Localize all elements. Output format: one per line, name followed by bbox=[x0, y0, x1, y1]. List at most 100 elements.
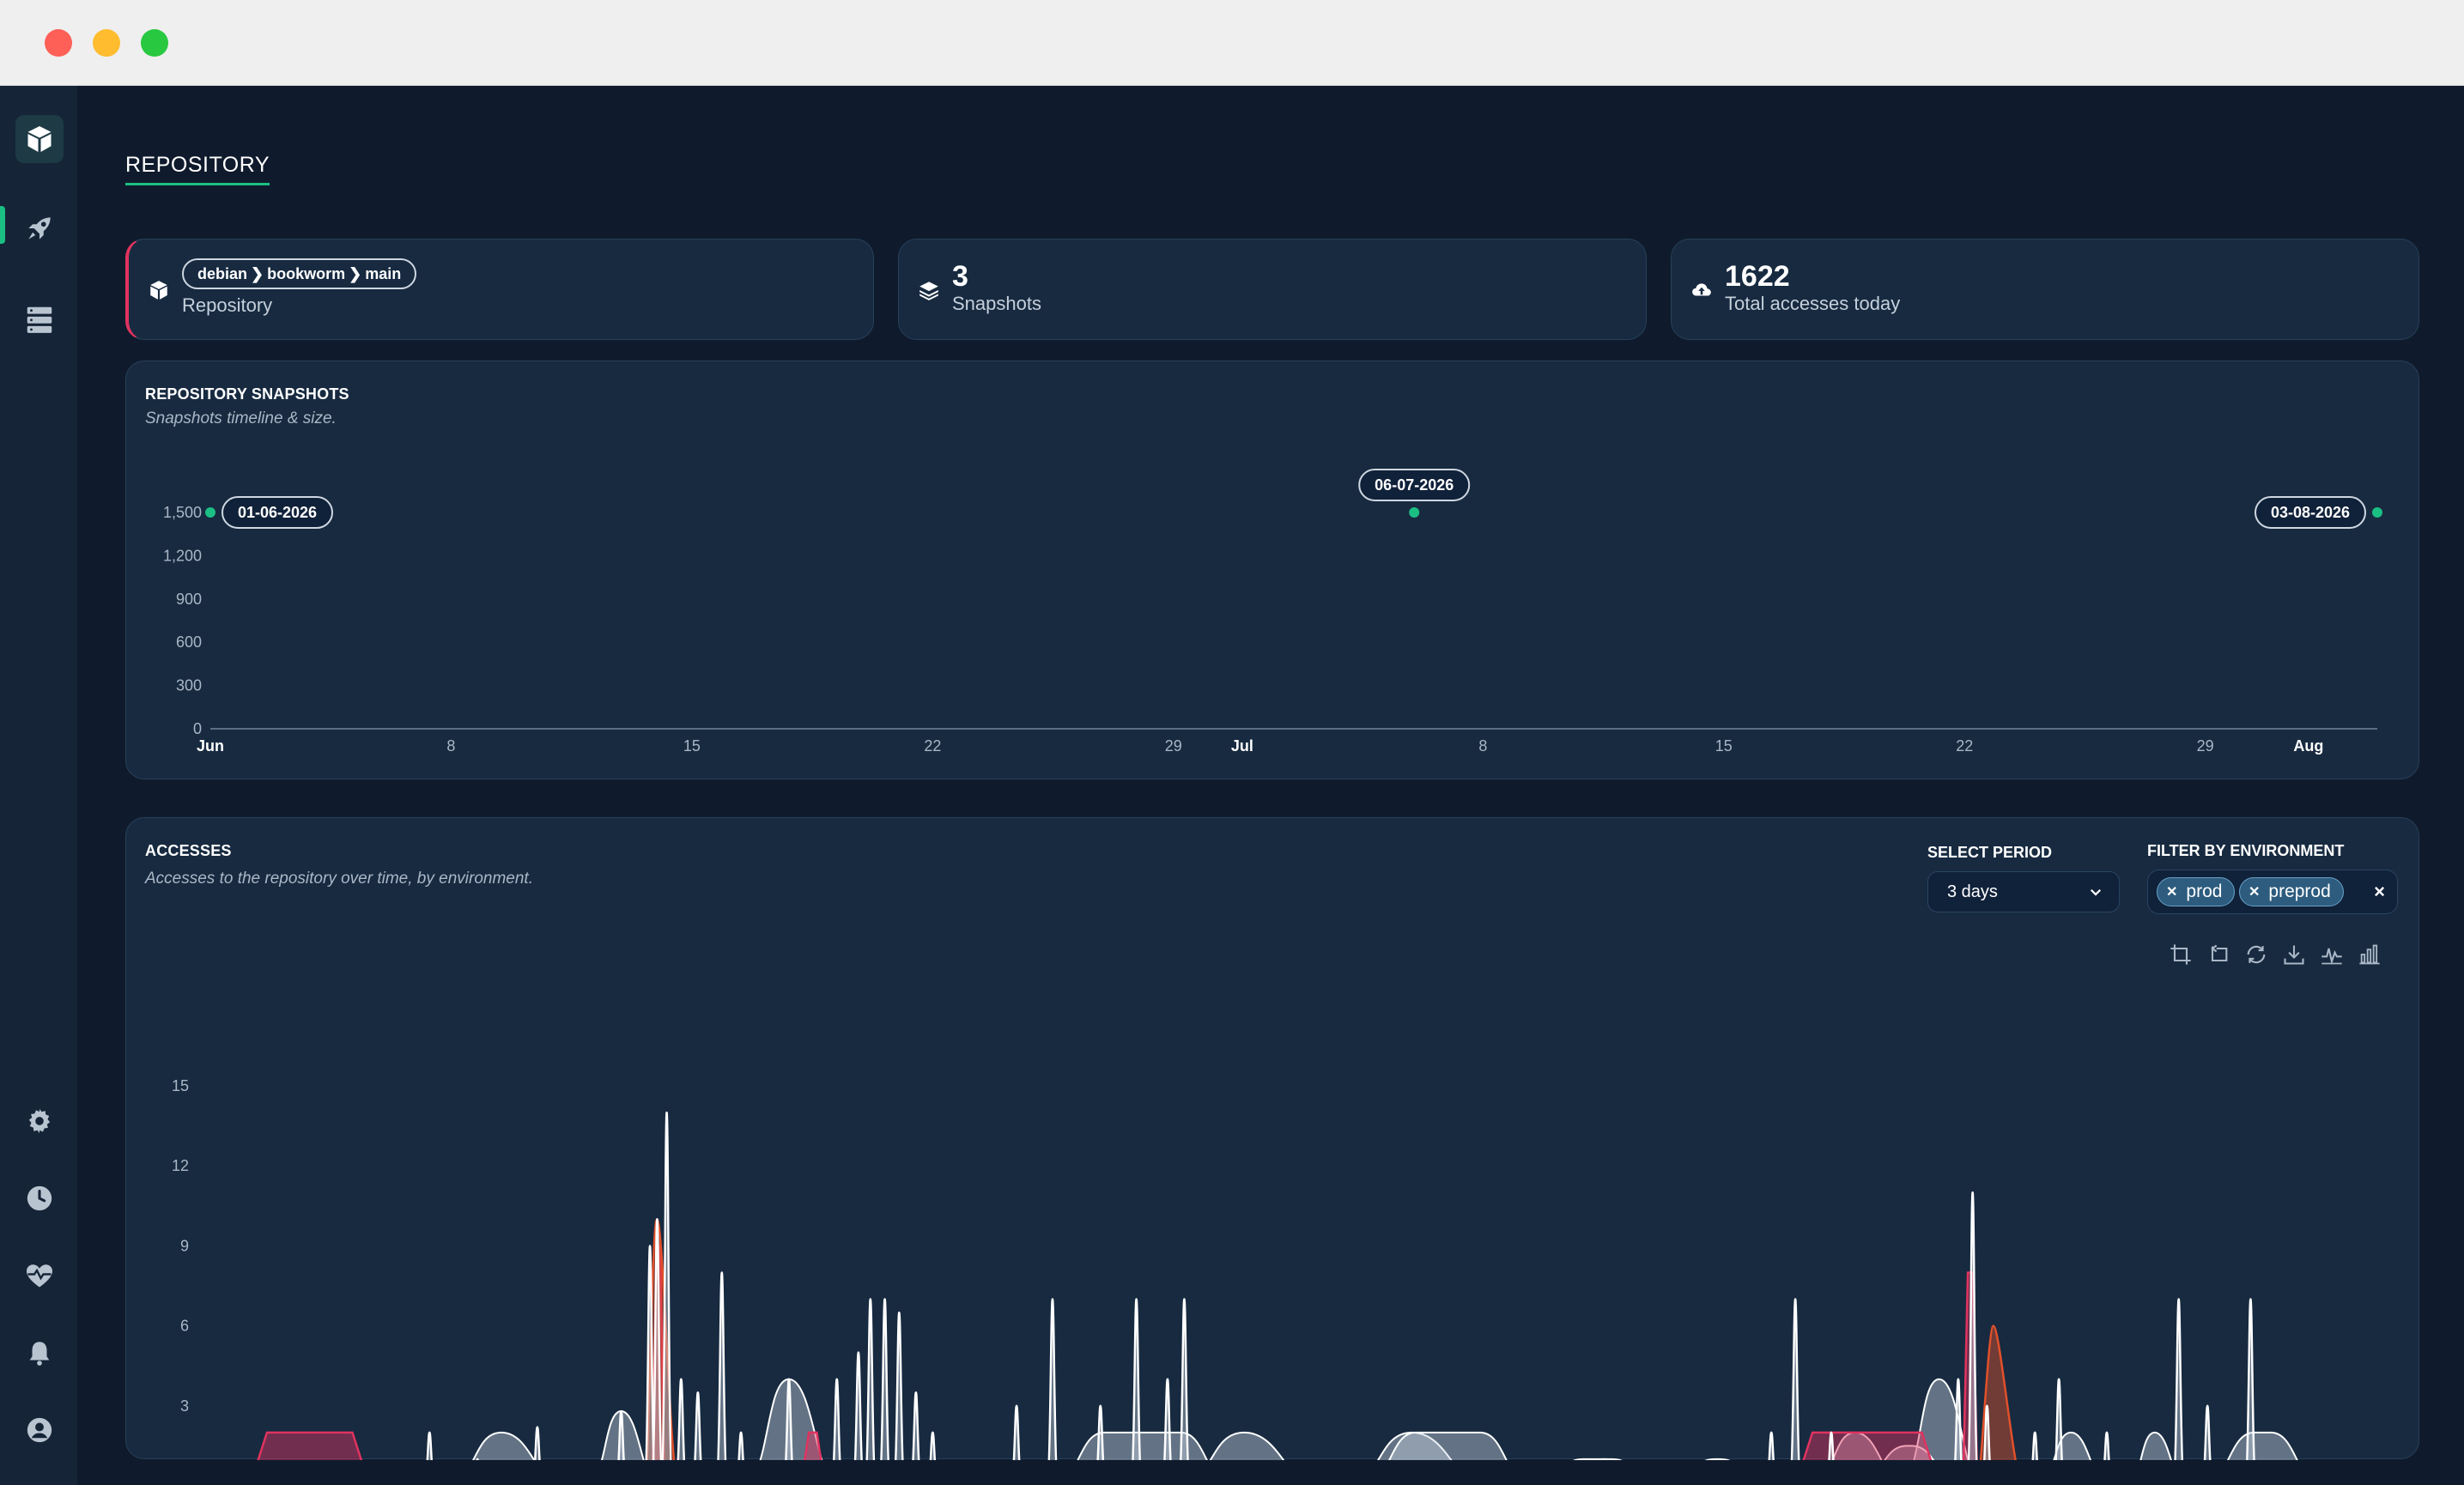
sidebar-item-servers[interactable] bbox=[15, 295, 64, 343]
snapshot-label: 06-07-2026 bbox=[1375, 476, 1454, 494]
gear-icon bbox=[28, 1108, 51, 1134]
access-spike bbox=[694, 1391, 702, 1460]
access-spike bbox=[894, 1311, 904, 1460]
repository-breadcrumb: debian ❯ bookworm ❯ main bbox=[182, 258, 417, 289]
accesses-chart: 0369121514:3014:4014:5015:0015:1015:2015… bbox=[172, 1077, 2298, 1460]
close-button[interactable] bbox=[45, 29, 72, 57]
main-content: REPOSITORY debian ❯ bookworm ❯ main Repo… bbox=[77, 86, 2464, 1485]
access-spike bbox=[426, 1431, 433, 1460]
breadcrumb-release: bookworm bbox=[267, 264, 346, 282]
access-spike bbox=[2103, 1431, 2110, 1460]
maximize-button[interactable] bbox=[141, 29, 168, 57]
y-tick-label: 15 bbox=[172, 1077, 189, 1094]
chevron-right-icon: ❯ bbox=[251, 264, 264, 282]
access-spike bbox=[534, 1426, 541, 1460]
box-icon bbox=[150, 281, 167, 300]
access-spike bbox=[865, 1298, 876, 1460]
app-window: REPOSITORY debian ❯ bookworm ❯ main Repo… bbox=[0, 0, 2464, 1485]
access-plateau bbox=[2226, 1431, 2298, 1460]
access-wave bbox=[472, 1431, 536, 1460]
y-tick-label: 9 bbox=[180, 1237, 189, 1254]
access-spike bbox=[2203, 1404, 2212, 1460]
x-tick-label: 29 bbox=[2197, 737, 2214, 755]
access-spike bbox=[1790, 1298, 1800, 1460]
access-plateau bbox=[1704, 1458, 1730, 1460]
bell-icon bbox=[29, 1342, 50, 1366]
snapshot-point bbox=[205, 507, 215, 518]
heartbeat-icon bbox=[27, 1264, 52, 1288]
x-tick-label: 22 bbox=[924, 737, 941, 755]
accesses-card: 1622 Total accesses today bbox=[1671, 239, 2419, 340]
snapshot-point bbox=[2372, 507, 2382, 518]
access-spike bbox=[717, 1271, 727, 1460]
access-spike bbox=[1012, 1404, 1021, 1460]
x-tick-label: Jun bbox=[197, 737, 224, 755]
box-icon bbox=[27, 126, 52, 152]
sidebar-item-notifications[interactable] bbox=[15, 1329, 64, 1377]
accesses-count: 1622 bbox=[1725, 260, 1790, 293]
x-tick-label: 29 bbox=[1165, 737, 1182, 755]
sidebar-item-repository[interactable] bbox=[15, 115, 64, 163]
preprod-area bbox=[1802, 1431, 1933, 1460]
x-tick-label: 22 bbox=[1956, 737, 1973, 755]
x-tick-label: 8 bbox=[1478, 737, 1487, 755]
snapshot-point bbox=[1409, 507, 1420, 518]
access-spike bbox=[880, 1298, 890, 1460]
access-spike bbox=[1047, 1298, 1058, 1460]
repository-label: Repository bbox=[182, 294, 273, 316]
access-spike bbox=[677, 1378, 686, 1460]
sidebar-item-settings[interactable] bbox=[15, 1097, 64, 1145]
snapshots-card: 3 Snapshots bbox=[898, 239, 1647, 340]
y-tick-label: 6 bbox=[180, 1318, 189, 1335]
access-spike bbox=[2174, 1298, 2184, 1460]
sidebar-item-deploy[interactable] bbox=[15, 204, 64, 252]
y-tick-label: 600 bbox=[176, 633, 202, 651]
access-spike bbox=[853, 1351, 863, 1460]
access-spike bbox=[912, 1391, 920, 1460]
access-spike bbox=[2031, 1431, 2038, 1460]
breadcrumb-distribution: debian bbox=[197, 264, 248, 282]
snapshot-label: 01-06-2026 bbox=[238, 504, 317, 521]
clock-icon bbox=[27, 1185, 52, 1211]
snapshots-chart-card: REPOSITORY SNAPSHOTS Snapshots timeline … bbox=[125, 361, 2419, 779]
sidebar-item-account[interactable] bbox=[15, 1406, 64, 1454]
y-tick-label: 3 bbox=[180, 1397, 189, 1415]
x-tick-label: Jul bbox=[1231, 737, 1253, 755]
minimize-button[interactable] bbox=[93, 29, 120, 57]
title-bar bbox=[0, 0, 2464, 86]
active-indicator bbox=[0, 206, 5, 244]
snapshots-chart: 0 300 600 900 1,200 1,500 Jun 8 15 22 29 Jul 8 15 22 29… bbox=[163, 469, 2382, 755]
access-spike bbox=[1768, 1431, 1775, 1460]
access-wave bbox=[2053, 1431, 2092, 1460]
access-spike bbox=[737, 1431, 744, 1460]
chevron-right-icon: ❯ bbox=[349, 264, 362, 282]
preprod-area bbox=[257, 1431, 363, 1460]
rocket-icon bbox=[28, 217, 51, 239]
x-tick-label: Aug bbox=[2293, 737, 2323, 755]
user-icon bbox=[27, 1417, 52, 1443]
breadcrumb-component: main bbox=[365, 264, 402, 282]
x-tick-label: 15 bbox=[1715, 737, 1733, 755]
y-tick-label: 900 bbox=[176, 591, 202, 608]
sidebar-item-health[interactable] bbox=[15, 1252, 64, 1300]
y-tick-label: 300 bbox=[176, 677, 202, 694]
access-plateau bbox=[1077, 1431, 1208, 1460]
y-tick-label: 1,500 bbox=[163, 504, 202, 521]
repository-card: debian ❯ bookworm ❯ main Repository bbox=[125, 239, 874, 340]
x-tick-label: 8 bbox=[446, 737, 455, 755]
access-spike bbox=[929, 1431, 937, 1460]
accesses-label: Total accesses today bbox=[1725, 293, 1901, 314]
layers-icon bbox=[919, 282, 938, 300]
sidebar bbox=[0, 86, 77, 1485]
server-icon bbox=[27, 306, 52, 333]
snapshot-label: 03-08-2026 bbox=[2271, 504, 2350, 521]
cloud-upload-icon bbox=[1692, 283, 1711, 296]
snapshots-label: Snapshots bbox=[952, 293, 1041, 314]
snapshots-count: 3 bbox=[952, 260, 968, 293]
access-plateau bbox=[1573, 1458, 1623, 1460]
access-spike bbox=[832, 1378, 841, 1460]
sidebar-item-history[interactable] bbox=[15, 1174, 64, 1222]
y-tick-label: 0 bbox=[193, 720, 202, 737]
x-tick-label: 15 bbox=[683, 737, 701, 755]
accesses-chart-card: ACCESSES Accesses to the repository over… bbox=[125, 817, 2419, 1460]
